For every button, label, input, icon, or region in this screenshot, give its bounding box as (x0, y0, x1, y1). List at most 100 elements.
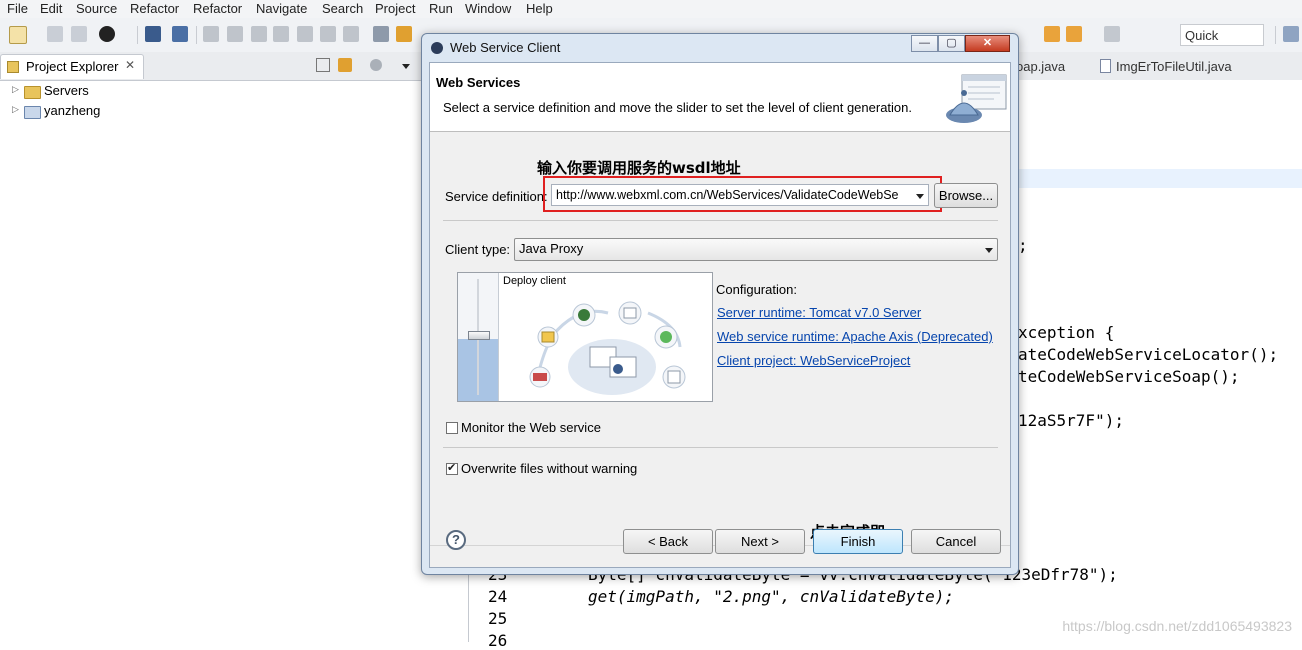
expand-icon[interactable]: ▷ (12, 84, 19, 95)
menu-help[interactable]: Help (526, 1, 553, 16)
resume-icon[interactable] (203, 26, 219, 42)
banner-title: Web Services (436, 75, 521, 90)
step-over-icon[interactable] (320, 26, 336, 42)
watermark: https://blog.csdn.net/zdd1065493823 (1062, 618, 1292, 634)
monitor-label: Monitor the Web service (461, 420, 601, 435)
client-type-value: Java Proxy (519, 241, 584, 256)
code-line: get(imgPath, "2.png", cnValidateByte); (588, 587, 955, 606)
annotation-wsdl-note: 输入你要调用服务的wsdl地址 (537, 159, 741, 177)
quick-access-field[interactable]: Quick Access (1180, 24, 1264, 65)
link-with-editor-icon[interactable] (338, 58, 352, 72)
monitor-checkbox[interactable] (446, 422, 458, 434)
user-icon[interactable] (99, 26, 115, 42)
overwrite-checkbox[interactable]: ✔ (446, 462, 458, 475)
web-service-runtime-link[interactable]: Web service runtime: Apache Axis (Deprec… (717, 329, 993, 344)
back-button[interactable]: < Back (623, 529, 713, 554)
disconnect-icon[interactable] (273, 26, 289, 42)
annotation-red-box (543, 176, 942, 212)
checkmark-icon: ✔ (447, 462, 457, 474)
code-fragment: teCodeWebServiceSoap(); (1018, 367, 1240, 386)
toolbar-separator (196, 26, 197, 44)
eclipse-icon (431, 42, 443, 54)
console-icon[interactable] (145, 26, 161, 42)
server-runtime-link[interactable]: Server runtime: Tomcat v7.0 Server (717, 305, 921, 320)
client-generation-illustration (529, 301, 686, 395)
code-fragment: xception { (1018, 323, 1115, 342)
new-icon[interactable] (9, 26, 27, 44)
tab-project-explorer[interactable]: Project Explorer ✕ (0, 54, 144, 79)
drop-to-frame-icon[interactable] (373, 26, 389, 42)
folder-icon (24, 86, 41, 99)
client-project-link[interactable]: Client project: WebServiceProject (717, 353, 910, 368)
dialog-title-bar[interactable]: Web Service Client — ▢ ✕ (422, 34, 1018, 62)
close-button[interactable]: ✕ (965, 35, 1010, 52)
overwrite-label: Overwrite files without warning (461, 461, 638, 476)
line-number: 25 (488, 609, 508, 628)
client-type-label: Client type: (445, 242, 511, 257)
minimize-icon[interactable] (316, 58, 330, 72)
menu-file[interactable]: File (7, 1, 28, 16)
menu-run[interactable]: Run (429, 1, 453, 16)
slider-track-area (458, 273, 499, 401)
toolbar-separator (137, 26, 138, 44)
code-fragment: ateCodeWebServiceLocator(); (1018, 345, 1279, 364)
project-icon (24, 106, 41, 119)
code-fragment: ; (1018, 236, 1028, 255)
finish-button[interactable]: Finish (813, 529, 903, 554)
menu-bar: File Edit Source Refactor Refactor Navig… (0, 0, 1302, 18)
menu-refactor-2[interactable]: Refactor (193, 1, 242, 16)
dialog-body: Web Services Select a service definition… (429, 62, 1011, 568)
tab-label: Project Explorer (26, 59, 119, 74)
project-explorer-icon (7, 61, 19, 73)
save-icon[interactable] (47, 26, 63, 42)
step-return-icon[interactable] (343, 26, 359, 42)
menu-edit[interactable]: Edit (40, 1, 62, 16)
previous-edit-icon[interactable] (1044, 26, 1060, 42)
client-type-select[interactable]: Java Proxy (514, 238, 998, 261)
menu-refactor[interactable]: Refactor (130, 1, 179, 16)
suspend-icon[interactable] (227, 26, 243, 42)
menu-source[interactable]: Source (76, 1, 117, 16)
terminate-icon[interactable] (251, 26, 267, 42)
save-all-icon[interactable] (71, 26, 87, 42)
toolbar-separator (1275, 26, 1276, 44)
menu-search[interactable]: Search (322, 1, 363, 16)
maximize-button[interactable]: ▢ (938, 35, 965, 52)
slider-level-label: Deploy client (503, 275, 566, 287)
browse-button[interactable]: Browse... (934, 183, 998, 208)
skip-breakpoints-icon[interactable] (172, 26, 188, 42)
web-service-wizard-icon (946, 74, 1007, 123)
banner-description: Select a service definition and move the… (443, 100, 912, 115)
open-perspective-icon[interactable] (1283, 26, 1299, 42)
service-definition-label: Service definition: (445, 189, 548, 204)
web-service-client-dialog: Web Service Client — ▢ ✕ Web Services Se… (421, 33, 1019, 575)
minimize-button[interactable]: — (911, 35, 938, 52)
tab-imgertofileutil-java[interactable]: ImgErToFileUtil.java (1116, 59, 1232, 74)
menu-project[interactable]: Project (375, 1, 415, 16)
menu-navigate[interactable]: Navigate (256, 1, 307, 16)
dialog-title: Web Service Client (450, 40, 561, 55)
close-icon[interactable]: ✕ (125, 58, 135, 72)
expand-icon[interactable]: ▷ (12, 104, 19, 115)
code-fragment: 12aS5r7F"); (1018, 411, 1124, 430)
step-into-icon[interactable] (297, 26, 313, 42)
tab-soap-java[interactable]: oap.java (1016, 59, 1065, 74)
back-icon[interactable] (1066, 26, 1082, 42)
client-generation-panel: Deploy client (457, 272, 713, 402)
use-step-filters-icon[interactable] (396, 26, 412, 42)
filter-icon[interactable] (370, 59, 382, 71)
cancel-button[interactable]: Cancel (911, 529, 1001, 554)
chevron-down-icon[interactable] (985, 248, 993, 253)
menu-window[interactable]: Window (465, 1, 511, 16)
tree-item-label: yanzheng (44, 103, 101, 118)
view-menu-icon[interactable] (402, 64, 410, 69)
configuration-label: Configuration: (716, 282, 797, 297)
next-button[interactable]: Next > (715, 529, 805, 554)
line-number: 24 (488, 587, 508, 606)
java-file-icon (1100, 59, 1111, 73)
tree-item-label: Servers (44, 83, 89, 98)
help-icon[interactable]: ? (446, 530, 466, 550)
wizard-banner: Web Services Select a service definition… (430, 63, 1010, 132)
slider-thumb[interactable] (468, 331, 490, 340)
forward-icon[interactable] (1104, 26, 1120, 42)
